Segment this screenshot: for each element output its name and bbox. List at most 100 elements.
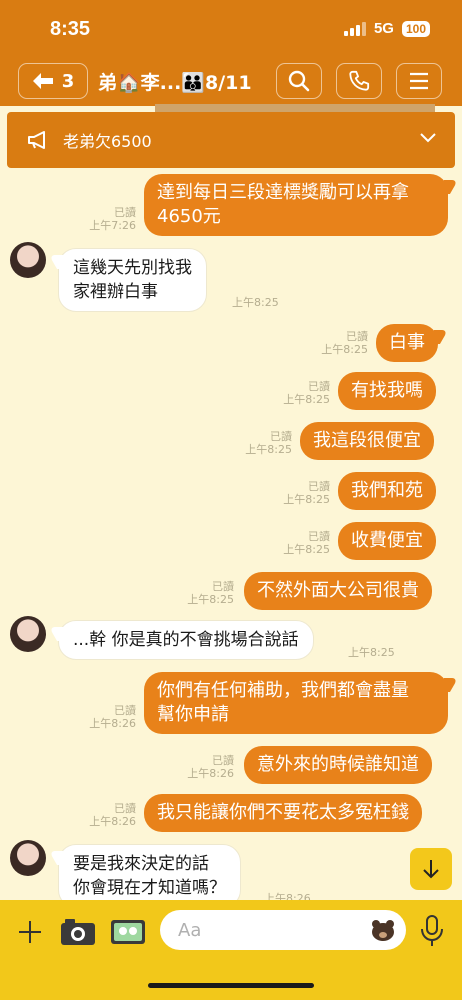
- avatar[interactable]: [10, 840, 46, 876]
- incoming-message[interactable]: 這幾天先別找我 家裡辦白事: [58, 248, 207, 312]
- message-meta: 已讀 上午8:26: [70, 802, 136, 828]
- outgoing-message[interactable]: 白事: [376, 324, 438, 362]
- message-list[interactable]: 達到每日三段達標獎勵可以再拿 4650元 已讀 上午7:26 這幾天先別找我 家…: [0, 168, 462, 908]
- message-input[interactable]: [178, 919, 348, 941]
- menu-icon: [410, 72, 428, 90]
- message-text: 這幾天先別找我: [73, 258, 192, 278]
- message-text: 我們和苑: [351, 480, 423, 501]
- message-text: 不然外面大公司很貴: [257, 580, 419, 601]
- message-meta: 已讀 上午8:25: [262, 380, 330, 406]
- chevron-down-icon[interactable]: [419, 132, 437, 144]
- message-text: 你會現在才知道嗎？: [73, 878, 226, 898]
- message-meta: 已讀 上午8:25: [166, 580, 234, 606]
- message-meta: 已讀 上午8:25: [262, 480, 330, 506]
- read-receipt: 已讀: [308, 380, 330, 393]
- chat-title[interactable]: 弟🏠李...👪8/11: [98, 68, 252, 95]
- read-receipt: 已讀: [114, 206, 136, 219]
- message-input-box[interactable]: [160, 910, 406, 950]
- message-time: 上午8:26: [89, 717, 136, 730]
- message-time: 上午8:26: [187, 767, 234, 780]
- message-meta: 已讀 上午8:26: [70, 704, 136, 730]
- message-time: 上午8:25: [283, 393, 330, 406]
- message-meta: 已讀 上午8:25: [300, 330, 368, 356]
- call-button[interactable]: [336, 63, 382, 99]
- read-receipt: 已讀: [270, 430, 292, 443]
- announcement-text: 老弟欠6500: [63, 132, 152, 151]
- arrow-down-icon: [423, 860, 439, 879]
- outgoing-message[interactable]: 不然外面大公司很貴: [244, 572, 432, 610]
- message-time: 上午8:25: [321, 343, 368, 356]
- message-meta: 已讀 上午8:25: [224, 430, 292, 456]
- search-icon: [288, 70, 310, 92]
- message-text: 幫你申請: [157, 704, 229, 725]
- message-meta: 已讀 上午8:25: [262, 530, 330, 556]
- message-time: 上午8:25: [283, 493, 330, 506]
- read-receipt: 已讀: [308, 530, 330, 543]
- photo-button[interactable]: [108, 916, 148, 948]
- camera-icon: [61, 919, 95, 945]
- message-text: 我只能讓你們不要花太多冤枉錢: [157, 802, 409, 823]
- plus-button[interactable]: [14, 916, 46, 948]
- unread-count: 3: [61, 70, 75, 92]
- message-text: 要是我來決定的話: [73, 854, 209, 874]
- outgoing-message[interactable]: 我們和苑: [338, 472, 436, 510]
- outgoing-message[interactable]: 收費便宜: [338, 522, 436, 560]
- top-bar: 8:35 5G 100 3 弟🏠李...👪8/11: [0, 0, 462, 106]
- message-text: 達到每日三段達標獎勵可以再拿: [157, 182, 409, 203]
- read-receipt: 已讀: [346, 330, 368, 343]
- scroll-to-bottom-button[interactable]: [410, 848, 452, 890]
- megaphone-icon: [28, 131, 45, 149]
- photo-icon: [111, 920, 145, 944]
- message-text: 有找我嗎: [351, 380, 423, 401]
- outgoing-message[interactable]: 你們有任何補助，我們都會盡量 幫你申請: [144, 672, 448, 734]
- battery-level: 100: [401, 20, 430, 37]
- signal-icon: [343, 21, 366, 36]
- message-time: 上午8:26: [89, 815, 136, 828]
- menu-button[interactable]: [396, 63, 442, 99]
- avatar[interactable]: [10, 242, 46, 278]
- incoming-message[interactable]: ...幹 你是真的不會挑場合說話: [58, 620, 314, 660]
- message-text: 收費便宜: [351, 530, 423, 551]
- message-time: 上午8:25: [245, 443, 292, 456]
- announcement-bar[interactable]: 老弟欠6500: [7, 112, 455, 168]
- search-button[interactable]: [276, 63, 322, 99]
- message-text: ...幹 你是真的不會挑場合說話: [73, 630, 299, 650]
- plus-icon: [19, 921, 41, 943]
- status-indicators: 5G 100: [343, 20, 430, 37]
- outgoing-message[interactable]: 我這段很便宜: [300, 422, 434, 460]
- message-meta: 已讀 上午7:26: [70, 206, 136, 232]
- camera-button[interactable]: [58, 916, 98, 948]
- message-text: 你們有任何補助，我們都會盡量: [157, 680, 409, 701]
- back-button[interactable]: 3: [18, 63, 88, 99]
- message-time: 上午8:25: [232, 296, 279, 309]
- message-time: 上午8:25: [283, 543, 330, 556]
- network-label: 5G: [373, 20, 394, 37]
- phone-icon: [349, 70, 370, 91]
- message-meta: 已讀 上午8:26: [166, 754, 234, 780]
- message-text: 意外來的時候誰知道: [257, 754, 419, 775]
- read-receipt: 已讀: [212, 580, 234, 593]
- message-time: 上午7:26: [89, 219, 136, 232]
- message-text: 4650元: [157, 206, 221, 227]
- read-receipt: 已讀: [114, 802, 136, 815]
- read-receipt: 已讀: [212, 754, 234, 767]
- outgoing-message[interactable]: 意外來的時候誰知道: [244, 746, 432, 784]
- read-receipt: 已讀: [114, 704, 136, 717]
- message-text: 家裡辦白事: [73, 282, 158, 302]
- avatar[interactable]: [10, 616, 46, 652]
- read-receipt: 已讀: [308, 480, 330, 493]
- outgoing-message[interactable]: 達到每日三段達標獎勵可以再拿 4650元: [144, 174, 448, 236]
- incoming-message[interactable]: 要是我來決定的話 你會現在才知道嗎？: [58, 844, 241, 908]
- outgoing-message[interactable]: 我只能讓你們不要花太多冤枉錢: [144, 794, 422, 832]
- outgoing-message[interactable]: 有找我嗎: [338, 372, 436, 410]
- partial-message-behind: [155, 104, 435, 112]
- message-time: 上午8:25: [348, 646, 395, 659]
- status-time: 8:35: [50, 18, 91, 40]
- home-indicator: [148, 983, 314, 988]
- message-time: 上午8:25: [187, 593, 234, 606]
- mic-button[interactable]: [418, 914, 446, 948]
- mic-icon: [421, 915, 443, 946]
- message-text: 我這段很便宜: [313, 430, 421, 451]
- back-arrow-icon: [32, 73, 53, 89]
- emoji-icon[interactable]: [370, 919, 396, 941]
